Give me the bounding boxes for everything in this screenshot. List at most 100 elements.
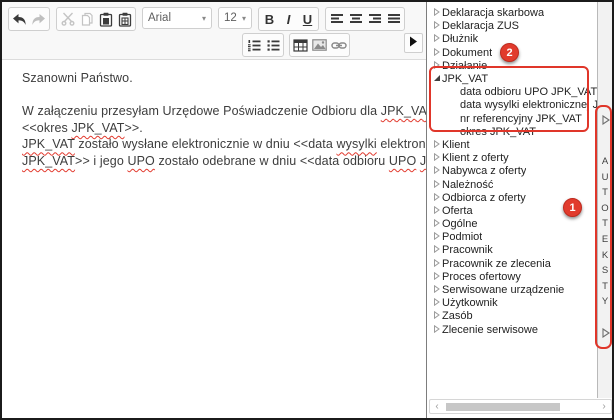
tree-item[interactable]: JPK_VAT: [427, 72, 597, 85]
tree-toggle[interactable]: [431, 60, 442, 72]
tree-item[interactable]: Zlecenie serwisowe: [427, 323, 597, 336]
tree-collapsed-icon[interactable]: [433, 218, 441, 230]
tree-toggle[interactable]: [431, 179, 442, 191]
tree-collapsed-icon[interactable]: [433, 284, 441, 296]
tree-collapsed-icon[interactable]: [433, 33, 441, 45]
align-right-button[interactable]: [365, 9, 384, 29]
bullet-list-button[interactable]: [263, 35, 282, 55]
align-center-button[interactable]: [346, 9, 365, 29]
tree-horizontal-scrollbar[interactable]: ‹ ›: [429, 399, 612, 414]
tree-toggle[interactable]: [431, 271, 442, 283]
tree-collapsed-icon[interactable]: [433, 310, 441, 322]
tree-collapsed-icon[interactable]: [433, 60, 441, 72]
tree-collapsed-icon[interactable]: [433, 20, 441, 32]
tree-collapsed-icon[interactable]: [433, 139, 441, 151]
tree-collapsed-icon[interactable]: [433, 205, 441, 217]
tree-toggle[interactable]: [431, 231, 442, 243]
tree-collapsed-icon[interactable]: [433, 7, 441, 19]
tree-toggle[interactable]: [431, 192, 442, 204]
bold-button[interactable]: B: [260, 9, 279, 29]
tree-item-label: Proces ofertowy: [442, 271, 521, 283]
scrollbar-thumb[interactable]: [446, 403, 560, 411]
autotext-strip[interactable]: AUTOTEKSTY: [597, 2, 612, 398]
tree-toggle[interactable]: [431, 7, 442, 19]
insert-image-button[interactable]: [310, 35, 329, 55]
numbered-list-button[interactable]: [244, 35, 263, 55]
tree-collapsed-icon[interactable]: [433, 244, 441, 256]
paste-from-word-button[interactable]: [115, 9, 134, 29]
tree-item[interactable]: Podmiot: [427, 231, 597, 244]
toolbar-collapse-button[interactable]: [404, 33, 423, 53]
tree-toggle[interactable]: [431, 20, 442, 32]
tree-item[interactable]: Należność: [427, 178, 597, 191]
tree-expanded-icon[interactable]: [433, 73, 441, 85]
tree-toggle[interactable]: [431, 165, 442, 177]
italic-button[interactable]: I: [279, 9, 298, 29]
tree-collapsed-icon[interactable]: [433, 179, 441, 191]
strip-letter: S: [602, 263, 608, 279]
underline-button[interactable]: U: [298, 9, 317, 29]
undo-button[interactable]: [10, 9, 29, 29]
font-family-select[interactable]: Arial ▾: [142, 7, 212, 29]
tree-item[interactable]: Odbiorca z oferty: [427, 191, 597, 204]
tree-toggle[interactable]: [431, 244, 442, 256]
strip-expand-arrow-bottom[interactable]: [600, 328, 611, 339]
strip-expand-arrow-top[interactable]: [600, 115, 611, 126]
tree-toggle[interactable]: [431, 73, 442, 85]
align-center-icon: [349, 13, 363, 25]
tree-item[interactable]: Proces ofertowy: [427, 270, 597, 283]
tree-toggle[interactable]: [431, 205, 442, 217]
tree-collapsed-icon[interactable]: [433, 152, 441, 164]
tree-collapsed-icon[interactable]: [433, 231, 441, 243]
tree-collapsed-icon[interactable]: [433, 271, 441, 283]
redo-button[interactable]: [29, 9, 48, 29]
cut-button[interactable]: [58, 9, 77, 29]
scroll-right-arrow[interactable]: ›: [598, 400, 610, 413]
tree-collapsed-icon[interactable]: [433, 192, 441, 204]
tree-item[interactable]: Pracownik ze zlecenia: [427, 257, 597, 270]
tree-toggle[interactable]: [431, 284, 442, 296]
tree-child-item[interactable]: data odbioru UPO JPK_VAT: [427, 86, 597, 99]
tree-item[interactable]: Dokument: [427, 46, 597, 59]
scroll-left-arrow[interactable]: ‹: [431, 400, 443, 413]
tree-toggle[interactable]: [431, 33, 442, 45]
paste-button[interactable]: [96, 9, 115, 29]
tree-item[interactable]: Serwisowane urządzenie: [427, 283, 597, 296]
tree-toggle[interactable]: [431, 47, 442, 59]
tree-toggle[interactable]: [431, 310, 442, 322]
insert-link-button[interactable]: [329, 35, 348, 55]
tree-toggle[interactable]: [431, 152, 442, 164]
tree-item[interactable]: Deklaracja skarbowa: [427, 7, 597, 20]
tree-child-item[interactable]: okres JPK_VAT: [427, 125, 597, 138]
tree-item-label: Pracownik ze zlecenia: [442, 258, 551, 270]
tree-child-item[interactable]: nr referencyjny JPK_VAT: [427, 112, 597, 125]
tree-item[interactable]: Działanie: [427, 59, 597, 72]
tree-toggle[interactable]: [431, 297, 442, 309]
tree-item[interactable]: Zasób: [427, 310, 597, 323]
copy-button[interactable]: [77, 9, 96, 29]
tree-toggle[interactable]: [431, 218, 442, 230]
tree-collapsed-icon[interactable]: [433, 297, 441, 309]
tree-collapsed-icon[interactable]: [433, 258, 441, 270]
font-size-select[interactable]: 12 ▾: [218, 7, 252, 29]
tree-collapsed-icon[interactable]: [433, 47, 441, 59]
insert-table-button[interactable]: [291, 35, 310, 55]
editor-canvas[interactable]: Szanowni Państwo. W załączeniu przesyłam…: [2, 60, 426, 418]
tree-child-item[interactable]: data wysylki elektronicznej JPK_VAT: [427, 99, 597, 112]
tree-item[interactable]: Oferta: [427, 204, 597, 217]
tree-collapsed-icon[interactable]: [433, 324, 441, 336]
tree-item[interactable]: Ogólne: [427, 218, 597, 231]
tree-toggle[interactable]: [431, 324, 442, 336]
align-left-button[interactable]: [327, 9, 346, 29]
tree-item[interactable]: Dłużnik: [427, 33, 597, 46]
tree-item[interactable]: Nabywca z oferty: [427, 165, 597, 178]
tree-toggle[interactable]: [431, 139, 442, 151]
tree-item[interactable]: Deklaracja ZUS: [427, 20, 597, 33]
tree-collapsed-icon[interactable]: [433, 165, 441, 177]
align-justify-button[interactable]: [384, 9, 403, 29]
tree-item[interactable]: Klient z oferty: [427, 152, 597, 165]
tree-item[interactable]: Pracownik: [427, 244, 597, 257]
tree-item[interactable]: Klient: [427, 138, 597, 151]
tree-item[interactable]: Użytkownik: [427, 297, 597, 310]
tree-toggle[interactable]: [431, 258, 442, 270]
